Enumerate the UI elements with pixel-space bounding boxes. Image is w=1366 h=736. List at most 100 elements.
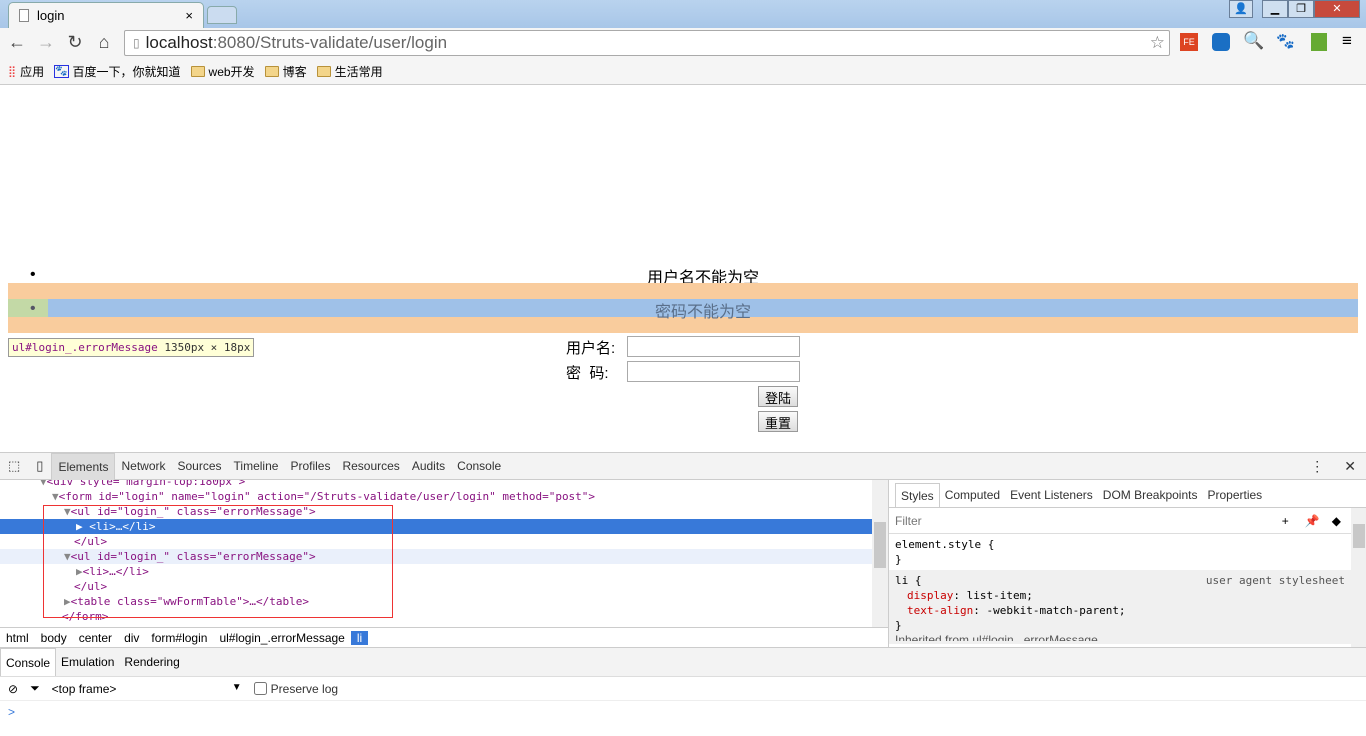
tab-computed[interactable]: Computed xyxy=(940,483,1005,507)
tab-emulation[interactable]: Emulation xyxy=(56,648,119,676)
password-input[interactable] xyxy=(627,361,800,382)
bookmark-folder-blog[interactable]: 博客 xyxy=(264,63,307,80)
dom-scrollbar[interactable] xyxy=(872,480,888,627)
tab-audits[interactable]: Audits xyxy=(406,453,451,480)
console-drawer: Console Emulation Rendering ⊘ ⏷ <top fra… xyxy=(0,647,1366,736)
search-icon[interactable]: 🔍 xyxy=(1243,31,1264,51)
username-label: 用户名: xyxy=(566,340,616,357)
tab-console[interactable]: Console xyxy=(451,453,507,480)
rule-close: } xyxy=(895,553,902,566)
menu-icon[interactable]: ≡ xyxy=(1342,31,1352,51)
apps-icon: ⣿ xyxy=(8,65,17,78)
maximize-button[interactable]: ❐ xyxy=(1288,0,1314,18)
crumb-ul[interactable]: ul#login_.errorMessage xyxy=(213,631,350,645)
minimize-button[interactable]: ▁ xyxy=(1262,0,1288,18)
tooltip-selector: ul#login_.errorMessage xyxy=(12,341,158,354)
close-tab-icon[interactable]: × xyxy=(185,8,193,23)
add-rule-icon[interactable]: + xyxy=(1274,514,1297,528)
bookmark-label: 博客 xyxy=(282,64,307,79)
tab-rendering[interactable]: Rendering xyxy=(119,648,184,676)
pin-icon[interactable]: 📌 xyxy=(1297,514,1328,528)
rule-element-style[interactable]: element.style { xyxy=(895,537,1345,552)
checkbox[interactable] xyxy=(253,682,267,695)
tab-console-drawer[interactable]: Console xyxy=(0,648,57,676)
device-mode-icon[interactable]: ▯ xyxy=(28,458,51,474)
more-icon[interactable]: ⋮ xyxy=(1300,458,1334,475)
dropdown-arrow-icon: ▼ xyxy=(231,681,242,693)
styles-filter-input[interactable] xyxy=(895,513,1274,528)
toggle-state-icon[interactable]: ◆ xyxy=(1328,514,1345,528)
console-prompt[interactable]: > xyxy=(0,701,1366,723)
clear-console-icon[interactable]: ⊘ xyxy=(8,682,18,696)
tooltip-size: 1350px × 18px xyxy=(164,341,251,354)
bookmark-folder-web[interactable]: web开发 xyxy=(190,63,255,80)
address-bar[interactable]: ▯ localhost:8080/Struts-validate/user/log… xyxy=(124,30,1170,56)
crumb-center[interactable]: center xyxy=(73,631,118,645)
extension-icon[interactable] xyxy=(1212,33,1230,51)
page-icon: ▯ xyxy=(133,36,140,50)
bookmark-label: 百度一下，你就知道 xyxy=(72,64,181,79)
forward-icon[interactable]: → xyxy=(34,32,58,53)
preserve-log-checkbox[interactable]: Preserve log xyxy=(253,681,339,696)
reload-icon[interactable]: ↻ xyxy=(63,32,87,53)
inspect-icon[interactable]: ⬚ xyxy=(0,458,28,474)
bookmark-baidu[interactable]: 🐾 百度一下，你就知道 xyxy=(54,63,181,80)
rule-close: } xyxy=(895,619,902,632)
rule-li-selector: li { xyxy=(895,574,922,587)
breadcrumb: html body center div form#login ul#login… xyxy=(0,627,888,647)
bookmark-folder-life[interactable]: 生活常用 xyxy=(316,63,383,80)
tab-timeline[interactable]: Timeline xyxy=(228,453,285,480)
bookmark-label: 应用 xyxy=(20,64,45,79)
login-button[interactable]: 登陆 xyxy=(758,386,799,407)
close-devtools-icon[interactable]: ✕ xyxy=(1334,458,1366,475)
error-message-password: 密码不能为空 xyxy=(654,304,751,321)
tab-elements[interactable]: Elements xyxy=(51,452,116,480)
fe-extension-icon[interactable]: FE xyxy=(1180,33,1198,51)
tab-event-listeners[interactable]: Event Listeners xyxy=(1005,483,1098,507)
new-tab-button[interactable] xyxy=(207,6,237,24)
tab-profiles[interactable]: Profiles xyxy=(284,453,336,480)
reset-button[interactable]: 重置 xyxy=(758,411,799,432)
bookmark-label: web开发 xyxy=(208,64,255,79)
crumb-div[interactable]: div xyxy=(118,631,145,645)
password-label: 密 码: xyxy=(566,365,609,382)
crumb-li[interactable]: li xyxy=(350,630,369,645)
title-bar xyxy=(0,0,1366,28)
tab-resources[interactable]: Resources xyxy=(336,453,405,480)
extension-icon[interactable] xyxy=(1311,33,1327,51)
back-icon[interactable]: ← xyxy=(5,32,29,53)
tab-dom-breakpoints[interactable]: DOM Breakpoints xyxy=(1098,483,1203,507)
property-name[interactable]: display xyxy=(907,589,953,602)
close-window-button[interactable]: ✕ xyxy=(1314,0,1360,18)
property-value[interactable]: -webkit-match-parent; xyxy=(986,604,1125,617)
filter-icon[interactable]: ⏷ xyxy=(30,681,40,696)
dom-line[interactable]: ▼<div style="margin-top:180px"> xyxy=(0,480,872,489)
tab-properties[interactable]: Properties xyxy=(1202,483,1267,507)
frame-value: <top frame> xyxy=(51,681,117,696)
dom-line[interactable]: ▼<form id="login" name="login" action="/… xyxy=(0,489,872,504)
tab-network[interactable]: Network xyxy=(115,453,171,480)
tab-styles[interactable]: Styles xyxy=(895,483,940,507)
home-icon[interactable]: ⌂ xyxy=(92,32,116,53)
styles-pane: Styles Computed Event Listeners DOM Brea… xyxy=(888,480,1366,647)
property-value[interactable]: list-item; xyxy=(967,589,1033,602)
crumb-form[interactable]: form#login xyxy=(145,631,213,645)
baidu-paw-icon: 🐾 xyxy=(54,64,69,78)
username-input[interactable] xyxy=(627,336,800,357)
browser-tab[interactable]: login × xyxy=(8,2,204,28)
inspect-tooltip: ul#login_.errorMessage 1350px × 18px xyxy=(8,338,255,357)
crumb-body[interactable]: body xyxy=(35,631,73,645)
bookmark-label: 生活常用 xyxy=(334,64,383,79)
bookmark-apps[interactable]: ⣿ 应用 xyxy=(8,63,44,80)
url-path: :8080/Struts-validate/user/login xyxy=(212,33,448,52)
star-icon[interactable]: ☆ xyxy=(1150,33,1165,53)
crumb-html[interactable]: html xyxy=(0,631,35,645)
styles-scrollbar[interactable] xyxy=(1351,508,1366,647)
property-name[interactable]: text-align xyxy=(907,604,973,617)
baidu-paw-icon[interactable]: 🐾 xyxy=(1276,32,1295,50)
frame-select[interactable]: <top frame> ▼ xyxy=(52,682,242,696)
user-icon[interactable]: 👤 xyxy=(1229,0,1253,18)
tab-sources[interactable]: Sources xyxy=(172,453,228,480)
preserve-log-label: Preserve log xyxy=(270,681,339,696)
bookmarks-bar: ⣿ 应用 🐾 百度一下，你就知道 web开发 博客 生活常用 xyxy=(0,58,1366,85)
